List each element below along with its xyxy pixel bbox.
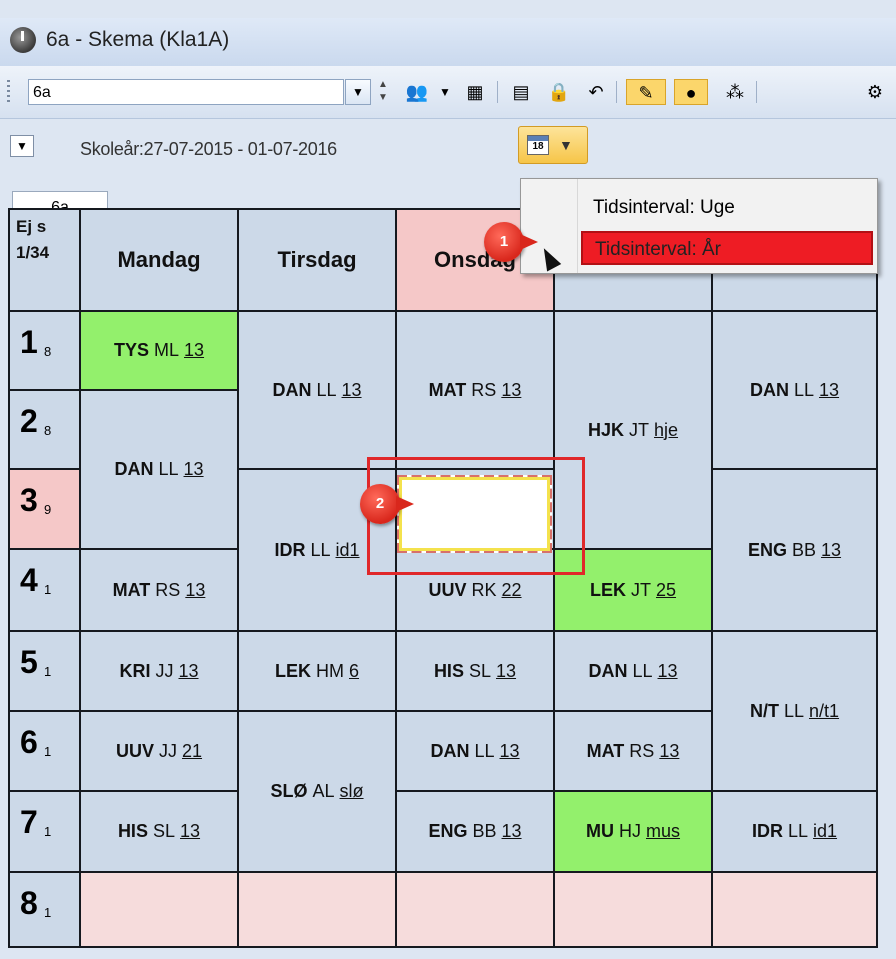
empty-cell[interactable] (555, 873, 711, 946)
lock-icon[interactable]: 🔒 (546, 79, 572, 105)
period-row-3: 39 (10, 470, 79, 548)
lesson-cell[interactable]: MU HJ mus (555, 792, 711, 871)
lesson-cell[interactable]: LEK HM 6 (239, 632, 395, 710)
empty-cell[interactable] (239, 873, 395, 946)
lesson-cell[interactable]: MAT RS 13 (555, 712, 711, 790)
lesson-cell[interactable]: HIS SL 13 (397, 632, 553, 710)
empty-cell[interactable] (81, 873, 237, 946)
chevron-down-icon: ▼ (559, 137, 573, 153)
period-row-5: 51 (10, 632, 79, 710)
undo-icon[interactable]: ↶ (583, 79, 609, 105)
menu-item-year[interactable]: Tidsinterval: År (581, 231, 873, 265)
lesson-cell[interactable]: N/T LL n/t1 (713, 632, 876, 790)
lesson-cell[interactable]: DAN LL 13 (81, 391, 237, 548)
lesson-cell[interactable]: UUV JJ 21 (81, 712, 237, 790)
class-combobox[interactable]: 6a (28, 79, 344, 105)
lesson-cell[interactable]: IDR LL id1 (713, 792, 876, 871)
brush-icon[interactable]: ✎ (626, 79, 666, 105)
empty-cell[interactable] (397, 873, 553, 946)
lesson-cell[interactable]: TYS ML 13 (81, 312, 237, 389)
title-bar: 6a - Skema (Kla1A) (0, 18, 896, 66)
period-row-2: 28 (10, 391, 79, 468)
lesson-cell[interactable]: ENG BB 13 (397, 792, 553, 871)
calendar-icon: 18 (527, 135, 549, 155)
highlight-box (367, 457, 585, 575)
lesson-cell[interactable]: DAN LL 13 (713, 312, 876, 468)
school-year: Skoleår:27-07-2015 - 01-07-2016 (80, 139, 337, 159)
share-icon[interactable]: ⁂ (722, 79, 748, 105)
day-header-monday: Mandag (81, 210, 237, 310)
lesson-cell[interactable]: ENG BB 13 (713, 470, 876, 630)
spinner-icon[interactable]: ▲ ▼ (376, 78, 390, 106)
period-row-7: 71 (10, 792, 79, 871)
combo-dropdown-icon[interactable]: ▼ (345, 79, 371, 105)
lesson-cell[interactable]: DAN LL 13 (555, 632, 711, 710)
grid-icon[interactable]: ▦ (462, 79, 488, 105)
dropdown-arrow-icon[interactable]: ▼ (432, 79, 458, 105)
export-icon[interactable]: ▤ (508, 79, 534, 105)
collapse-icon[interactable]: ▼ (10, 135, 34, 157)
schedule-grid: Ej s1/34 Mandag Tirsdag Onsdag Torsdag F… (8, 208, 878, 948)
lesson-cell[interactable]: HIS SL 13 (81, 792, 237, 871)
lesson-cell[interactable]: DAN LL 13 (397, 712, 553, 790)
schedule-window: 6a - Skema (Kla1A) 6a ▼ ▲ ▼ 👥 ▼ ▦ ▤ 🔒 ↶ ✎… (0, 0, 896, 959)
lesson-cell[interactable]: MAT RS 13 (397, 312, 553, 468)
toolbar-grip[interactable] (7, 80, 10, 104)
lesson-cell[interactable]: DAN LL 13 (239, 312, 395, 468)
day-header-tuesday: Tirsdag (239, 210, 395, 310)
period-row-4: 41 (10, 550, 79, 630)
lesson-cell[interactable]: KRI JJ 13 (81, 632, 237, 710)
lesson-cell[interactable]: SLØ AL slø (239, 712, 395, 871)
toolbar-separator (756, 81, 757, 103)
period-row-1: 18 (10, 312, 79, 389)
pin-icon[interactable]: ● (674, 79, 708, 105)
time-interval-menu: Tidsinterval: Uge Tidsinterval: År (520, 178, 878, 274)
toolbar-separator (616, 81, 617, 103)
grid-corner: Ej s 1/34 (10, 210, 79, 310)
corner-label: Ej s 1/34 (16, 217, 50, 262)
toolbar-separator (497, 81, 498, 103)
period-row-6: 61 (10, 712, 79, 790)
empty-cell[interactable] (713, 873, 876, 946)
menu-item-week[interactable]: Tidsinterval: Uge (581, 191, 873, 225)
lesson-cell[interactable]: MAT RS 13 (81, 550, 237, 630)
callout-2: 2 (360, 484, 414, 524)
window-title: 6a - Skema (Kla1A) (46, 28, 230, 51)
clock-icon (10, 27, 36, 53)
callout-1: 1 (484, 222, 538, 262)
people-icon[interactable]: 👥 (404, 79, 430, 105)
toolbar: 6a ▼ ▲ ▼ 👥 ▼ ▦ ▤ 🔒 ↶ ✎ ● ⁂ ⚙ (0, 66, 896, 119)
period-row-8: 81 (10, 873, 79, 946)
time-interval-button[interactable]: 18 ▼ (518, 126, 588, 164)
gear-icon[interactable]: ⚙ (862, 79, 888, 105)
